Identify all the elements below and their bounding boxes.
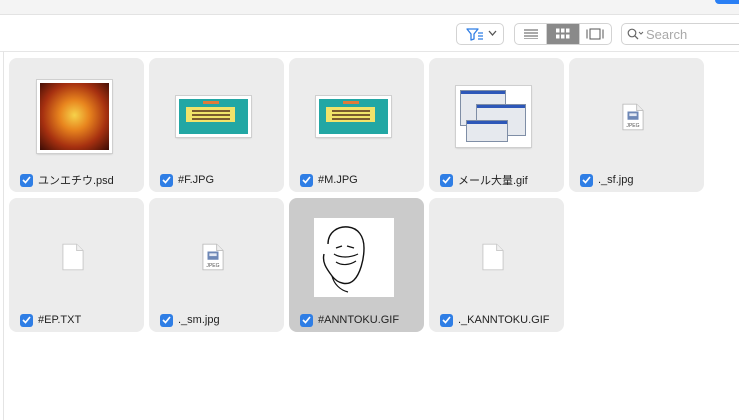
checkbox[interactable] — [580, 173, 593, 187]
sidebar-divider — [3, 51, 4, 420]
icon-view-icon — [555, 28, 570, 39]
checkbox[interactable] — [440, 173, 453, 187]
document-icon — [482, 243, 504, 271]
text-document-icon — [62, 243, 84, 271]
file-item[interactable]: JPEG ._sf.jpg — [569, 58, 704, 192]
view-mode-control — [514, 23, 612, 45]
search-field[interactable] — [621, 23, 739, 45]
checkbox[interactable] — [300, 173, 313, 187]
window-top-strip — [0, 0, 739, 15]
file-name: ユンエチウ.psd — [38, 175, 114, 187]
gallery-view-button[interactable] — [580, 24, 611, 44]
file-name: ._KANNTOKU.GIF — [458, 314, 550, 326]
file-name: #ANNTOKU.GIF — [318, 314, 400, 326]
file-item[interactable]: JPEG ._sm.jpg — [149, 198, 284, 332]
checkbox[interactable] — [160, 313, 173, 327]
chevron-down-icon — [488, 30, 497, 36]
file-name: ._sf.jpg — [598, 174, 634, 186]
jpeg-badge: JPEG — [626, 123, 639, 129]
checkbox[interactable] — [20, 313, 33, 327]
accent-button-edge[interactable] — [715, 0, 739, 4]
file-name: #EP.TXT — [38, 314, 82, 326]
jpeg-badge: JPEG — [206, 263, 219, 269]
image-thumbnail — [314, 218, 394, 297]
gallery-view-icon — [586, 28, 604, 40]
file-item[interactable]: #F.JPG — [149, 58, 284, 192]
checkbox[interactable] — [440, 313, 453, 327]
image-thumbnail — [456, 86, 531, 147]
file-name: ._sm.jpg — [178, 314, 220, 326]
file-item[interactable]: ユンエチウ.psd — [9, 58, 144, 192]
filter-icon — [466, 28, 483, 41]
file-item[interactable]: ._KANNTOKU.GIF — [429, 198, 564, 332]
search-icon — [627, 28, 644, 40]
file-item[interactable]: #EP.TXT — [9, 198, 144, 332]
image-thumbnail — [37, 80, 112, 153]
list-view-button[interactable] — [515, 24, 548, 44]
list-view-icon — [523, 29, 538, 39]
file-item-selected[interactable]: #ANNTOKU.GIF — [289, 198, 424, 332]
sketch-drawing — [322, 226, 365, 293]
file-item[interactable]: メール大量.gif — [429, 58, 564, 192]
file-name: #F.JPG — [178, 174, 215, 186]
search-input[interactable] — [646, 26, 739, 42]
checkbox[interactable] — [20, 173, 33, 187]
jpeg-document-icon: JPEG — [622, 103, 644, 131]
jpeg-document-icon: JPEG — [202, 243, 224, 271]
filter-button[interactable] — [456, 23, 504, 45]
toolbar — [0, 19, 739, 52]
checkbox[interactable] — [300, 313, 313, 327]
image-thumbnail — [176, 96, 251, 137]
file-name: メール大量.gif — [458, 175, 528, 187]
icon-view-button[interactable] — [547, 24, 580, 44]
file-item[interactable]: #M.JPG — [289, 58, 424, 192]
file-name: #M.JPG — [318, 174, 358, 186]
checkbox[interactable] — [160, 173, 173, 187]
image-thumbnail — [316, 96, 391, 137]
